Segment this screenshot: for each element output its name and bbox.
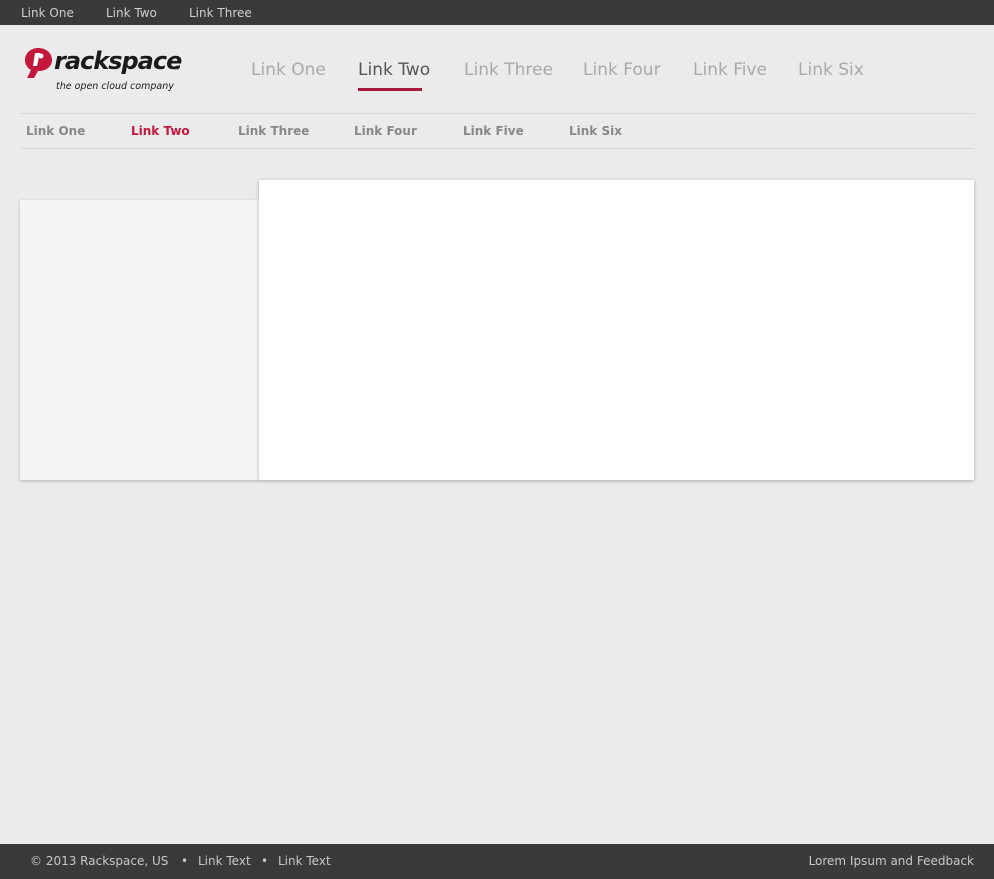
logo-tagline: the open cloud company <box>56 81 174 92</box>
primary-nav-link-two[interactable]: Link Two <box>358 60 430 80</box>
top-link-two[interactable]: Link Two <box>106 6 157 20</box>
primary-nav-link-five[interactable]: Link Five <box>693 60 767 80</box>
footer-link-text-1[interactable]: Link Text <box>198 854 251 868</box>
primary-nav-link-one[interactable]: Link One <box>251 60 326 80</box>
nav-divider-top <box>20 113 974 114</box>
footer-separator: • <box>261 854 269 868</box>
footer-link-text-2[interactable]: Link Text <box>278 854 331 868</box>
secondary-nav-link-four[interactable]: Link Four <box>354 124 417 138</box>
top-link-one[interactable]: Link One <box>21 6 74 20</box>
primary-nav-active-indicator <box>358 88 422 91</box>
top-utility-bar: Link One Link Two Link Three <box>0 0 994 25</box>
footer-bar: © 2013 Rackspace, US • Link Text • Link … <box>0 844 994 879</box>
secondary-nav-link-one[interactable]: Link One <box>26 124 85 138</box>
sidebar-panel <box>20 200 259 480</box>
nav-divider-bottom <box>20 148 974 149</box>
primary-nav-link-three[interactable]: Link Three <box>464 60 553 80</box>
secondary-nav-link-three[interactable]: Link Three <box>238 124 309 138</box>
primary-nav-link-four[interactable]: Link Four <box>583 60 661 80</box>
main-content-panel <box>259 180 974 480</box>
logo-registered: ® <box>174 65 180 72</box>
top-link-three[interactable]: Link Three <box>189 6 252 20</box>
footer-copyright: © 2013 Rackspace, US <box>30 854 169 868</box>
secondary-nav-link-five[interactable]: Link Five <box>463 124 524 138</box>
secondary-nav-link-six[interactable]: Link Six <box>569 124 622 138</box>
rackspace-logo[interactable]: rackspace ® the open cloud company <box>24 45 184 95</box>
footer-separator: • <box>181 854 189 868</box>
logo-wordmark: rackspace <box>54 47 182 75</box>
rackspace-logo-icon <box>25 48 52 78</box>
footer-feedback-link[interactable]: Lorem Ipsum and Feedback <box>809 854 974 868</box>
primary-nav-link-six[interactable]: Link Six <box>798 60 864 80</box>
secondary-nav-link-two[interactable]: Link Two <box>131 124 190 138</box>
